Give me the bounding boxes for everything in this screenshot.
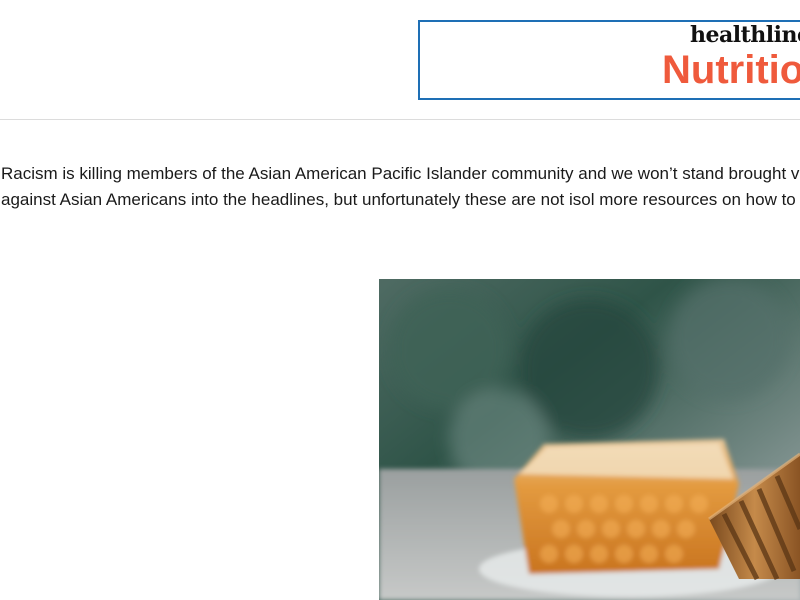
honeycomb-photo-icon [379, 279, 800, 600]
page: healthline Nutrition Racism is killing m… [0, 0, 800, 600]
logo-section-text: Nutrition [662, 48, 800, 92]
hero-image [379, 279, 800, 600]
site-header: healthline Nutrition [0, 0, 800, 120]
logo-brand-text: healthline [690, 22, 800, 48]
aapi-banner-text: Racism is killing members of the Asian A… [1, 164, 800, 209]
healthline-nutrition-logo[interactable]: healthline Nutrition [418, 20, 800, 100]
